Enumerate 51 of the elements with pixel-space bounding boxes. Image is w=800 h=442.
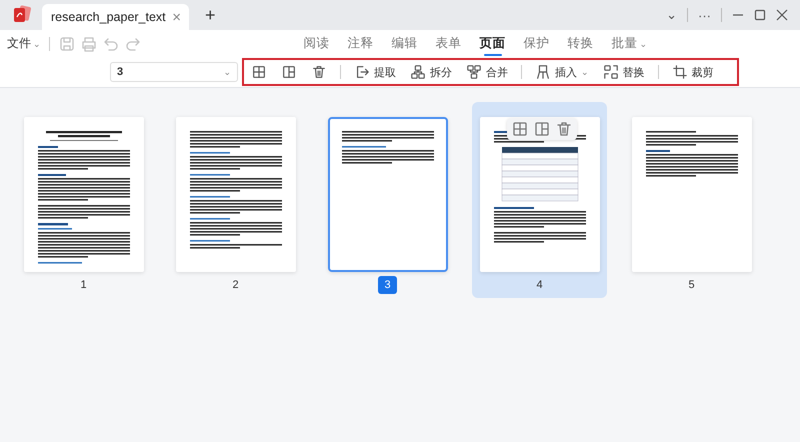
delete-icon[interactable] [555, 120, 573, 138]
nav-tab[interactable]: 批量 ⌄ [612, 31, 648, 56]
page-number: 3 [378, 276, 397, 294]
toolbar-button[interactable]: 提取 [353, 64, 397, 80]
page-thumbnail[interactable] [328, 117, 448, 272]
hover-card[interactable]: 4 [472, 102, 607, 298]
split-icon [410, 64, 426, 80]
grid-append-icon[interactable] [533, 120, 551, 138]
new-tab-button[interactable]: + [205, 4, 216, 26]
tab-title: research_paper_text [51, 10, 166, 24]
page-select[interactable]: 3 ⌄ [110, 62, 238, 82]
page-number: 4 [535, 278, 544, 293]
insert-icon [535, 64, 551, 80]
nav-tab[interactable]: 阅读 [304, 31, 330, 56]
maximize-icon[interactable] [754, 9, 766, 21]
toolbar-button[interactable]: 插入 ⌄ [534, 64, 590, 80]
grid-insert-icon-button[interactable] [250, 64, 268, 80]
crop-icon [672, 64, 688, 80]
toolbar-button[interactable]: 替换 [602, 64, 646, 80]
page-thumbnail[interactable] [24, 117, 144, 272]
page-thumbnail[interactable] [480, 117, 600, 272]
delete-icon [311, 64, 327, 80]
page-number: 1 [79, 278, 88, 293]
dropdown-button[interactable]: ⌄ [666, 7, 677, 23]
page-thumbnail[interactable] [176, 117, 296, 272]
document-tab[interactable]: research_paper_text × [42, 4, 189, 30]
app-logo-icon [12, 4, 32, 24]
export-icon [354, 64, 370, 80]
toolbar-button[interactable]: 拆分 [409, 64, 453, 80]
file-menu[interactable]: 文件 ⌄ [7, 35, 41, 52]
page-thumbnail[interactable] [632, 117, 752, 272]
replace-icon [602, 64, 619, 80]
grid-insert-icon[interactable] [511, 120, 529, 138]
page-number: 2 [231, 278, 240, 293]
nav-tab[interactable]: 表单 [436, 31, 462, 56]
grid-insert-icon [251, 64, 267, 80]
close-tab-button[interactable]: × [172, 8, 181, 26]
delete-icon-button[interactable] [310, 64, 328, 80]
more-button[interactable]: ··· [698, 8, 711, 22]
merge-icon [466, 64, 482, 80]
page-number: 5 [687, 278, 696, 293]
nav-tab[interactable]: 转换 [568, 31, 594, 56]
grid-append-icon [281, 64, 297, 80]
nav-tab[interactable]: 编辑 [392, 31, 418, 56]
toolbar-button[interactable]: 合并 [465, 64, 509, 80]
nav-tab[interactable]: 注释 [348, 31, 374, 56]
nav-tab[interactable]: 保护 [524, 31, 550, 56]
grid-append-icon-button[interactable] [280, 64, 298, 80]
toolbar-button[interactable]: 裁剪 [670, 64, 715, 80]
close-icon[interactable] [776, 9, 788, 21]
nav-tab[interactable]: 页面 [480, 31, 506, 56]
